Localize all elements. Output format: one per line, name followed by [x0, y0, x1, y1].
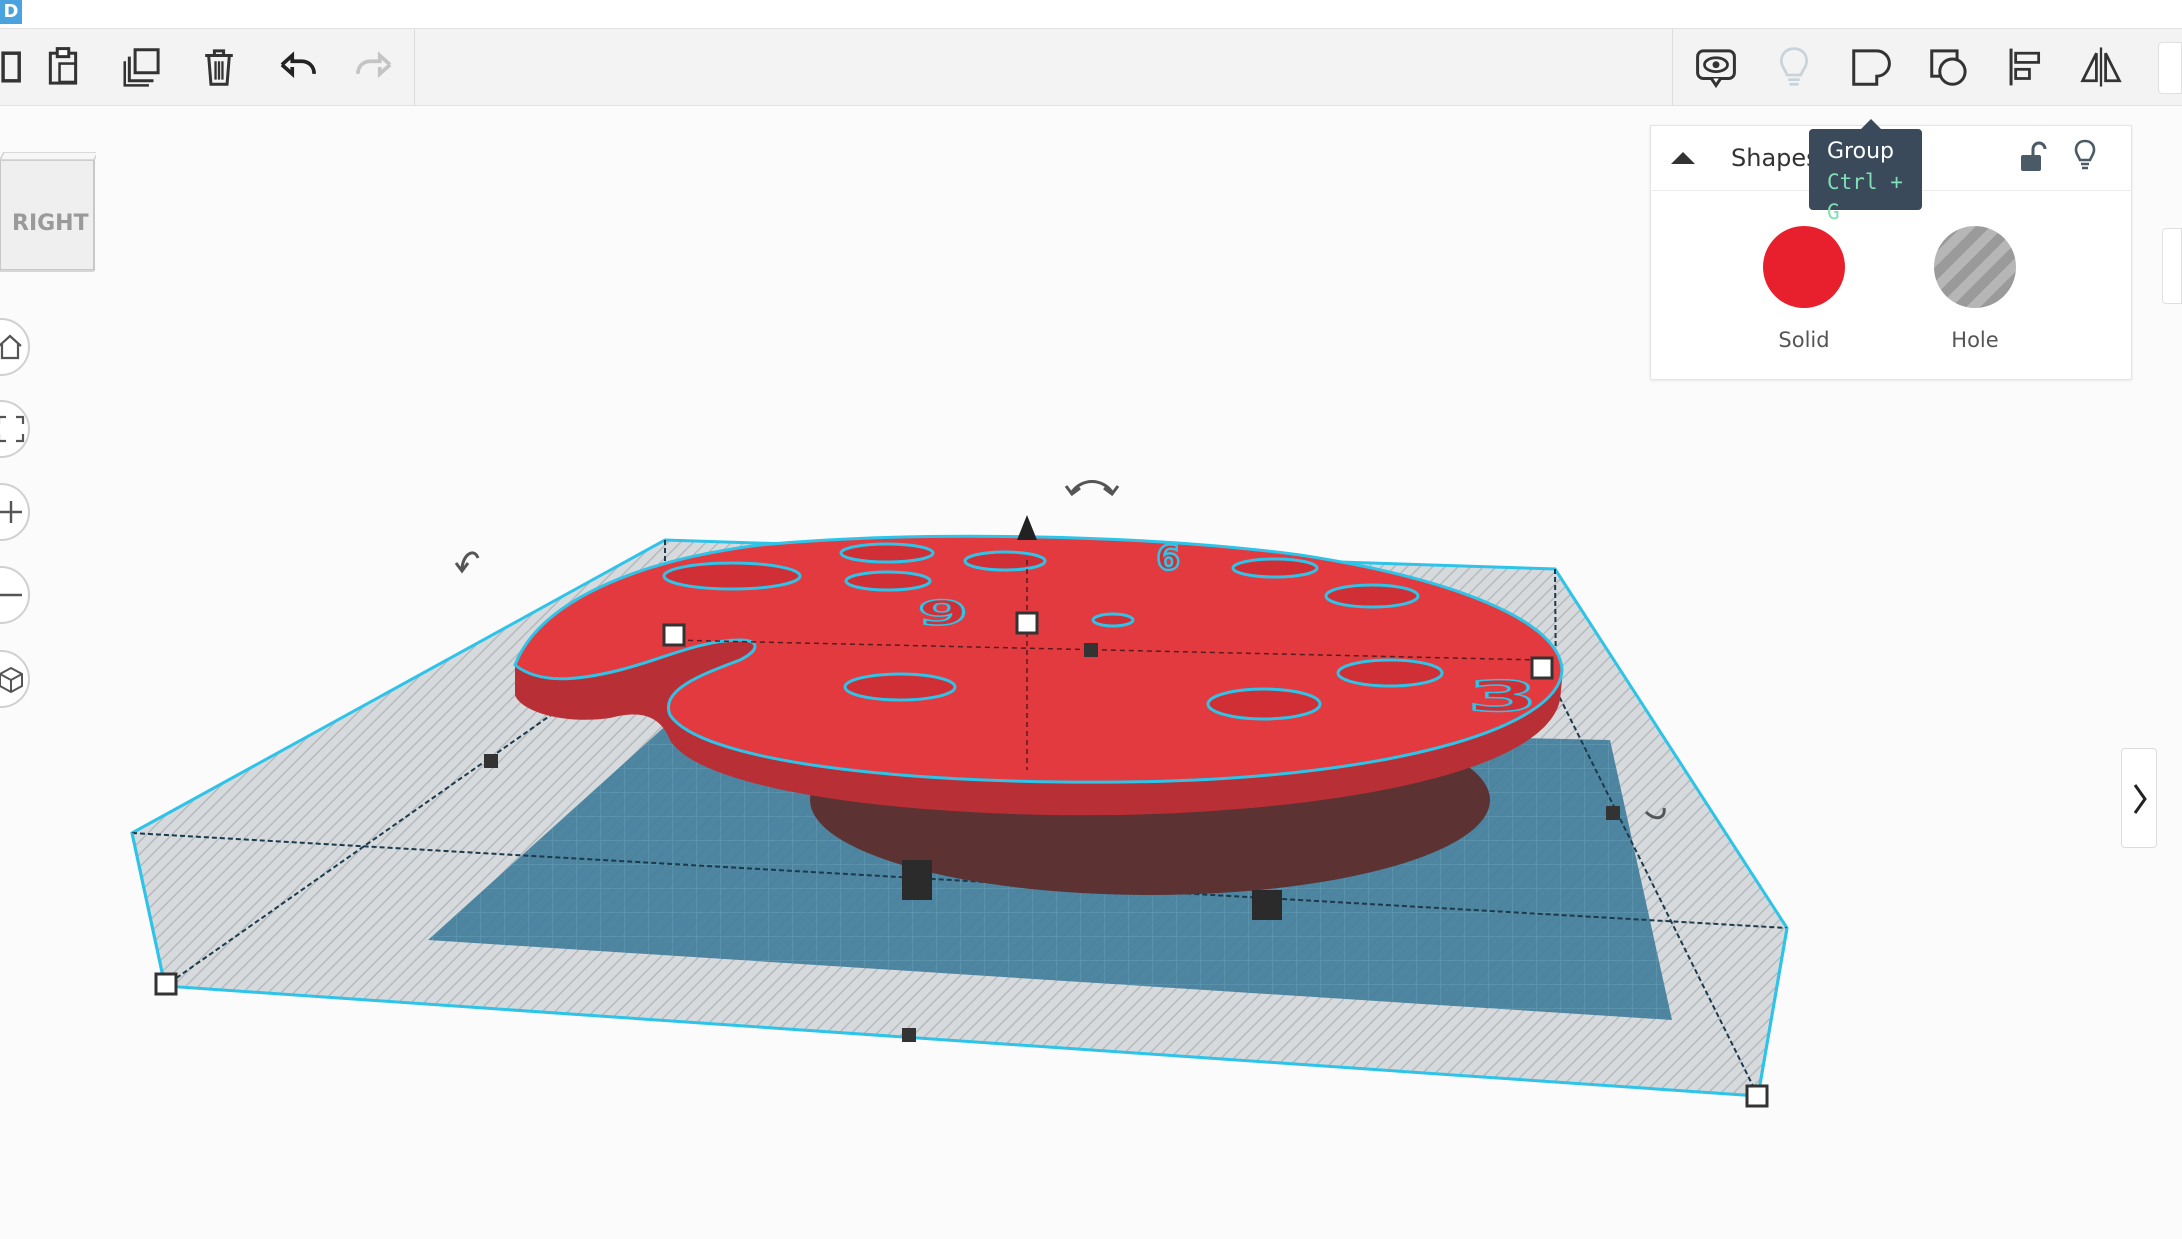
zoom-out-icon — [0, 593, 22, 597]
undo-icon — [280, 51, 316, 78]
edit-tools — [0, 29, 415, 105]
mirror-icon — [2080, 47, 2122, 87]
side-tab-middle[interactable] — [2162, 228, 2182, 304]
zoom-in-icon — [0, 501, 22, 523]
light-bulb-icon[interactable] — [2069, 138, 2101, 174]
hole-label: Hole — [1951, 328, 1999, 352]
group-button[interactable] — [1843, 39, 1899, 95]
shape-tools — [1672, 29, 2145, 105]
tooltip-title: Group — [1827, 139, 1894, 164]
new-shape-icon — [1, 51, 21, 83]
redo-icon — [356, 51, 392, 78]
paste-icon — [48, 47, 78, 85]
hole-swatch[interactable] — [1934, 226, 2016, 308]
mirror-button[interactable] — [2073, 39, 2129, 95]
unlock-icon[interactable] — [2015, 140, 2047, 174]
hide-button[interactable] — [1766, 39, 1822, 95]
align-icon — [2009, 48, 2041, 86]
view-cube[interactable]: RIGHT — [0, 152, 96, 272]
app-logo: D — [0, 0, 22, 24]
paste-button[interactable] — [35, 39, 91, 95]
ungroup-button[interactable] — [1921, 39, 1977, 95]
undo-button[interactable] — [270, 39, 326, 95]
redo-button[interactable] — [346, 39, 402, 95]
expand-panel-button[interactable] — [2121, 748, 2157, 848]
foot-left — [902, 860, 932, 900]
home-view-icon — [0, 334, 22, 360]
duplicate-button[interactable] — [114, 39, 170, 95]
foot-right — [1252, 890, 1282, 920]
group-icon — [1852, 49, 1891, 86]
height-handle[interactable] — [1017, 515, 1037, 540]
dial-number-3: 3 — [1467, 673, 1538, 722]
show-all-icon — [1696, 49, 1736, 89]
duplicate-icon — [123, 48, 160, 87]
align-button[interactable] — [1998, 39, 2054, 95]
fit-view-icon — [0, 415, 25, 443]
viewcube-face-label: RIGHT — [12, 211, 89, 236]
side-tab-top[interactable] — [2158, 42, 2182, 94]
ortho-view-icon — [0, 666, 23, 694]
collapse-icon[interactable] — [1665, 140, 1701, 176]
ungroup-icon — [1930, 49, 1967, 86]
light-bulb-icon — [1779, 47, 1809, 86]
solid-swatch[interactable] — [1763, 226, 1845, 308]
solid-label: Solid — [1778, 328, 1830, 352]
delete-icon — [205, 49, 233, 86]
show-all-button[interactable] — [1688, 39, 1744, 95]
group-tooltip: Group Ctrl + G — [1809, 119, 1922, 224]
dial-number-9: 9 — [1156, 536, 1180, 576]
chevron-right-icon — [2133, 784, 2147, 814]
new-shape-button[interactable] — [0, 39, 38, 95]
dial-number-6: 6 — [917, 592, 968, 631]
delete-button[interactable] — [191, 39, 247, 95]
title-bar: D — [0, 0, 2182, 29]
tooltip-shortcut: Ctrl + G — [1827, 170, 1903, 224]
toolbar — [0, 29, 2182, 106]
